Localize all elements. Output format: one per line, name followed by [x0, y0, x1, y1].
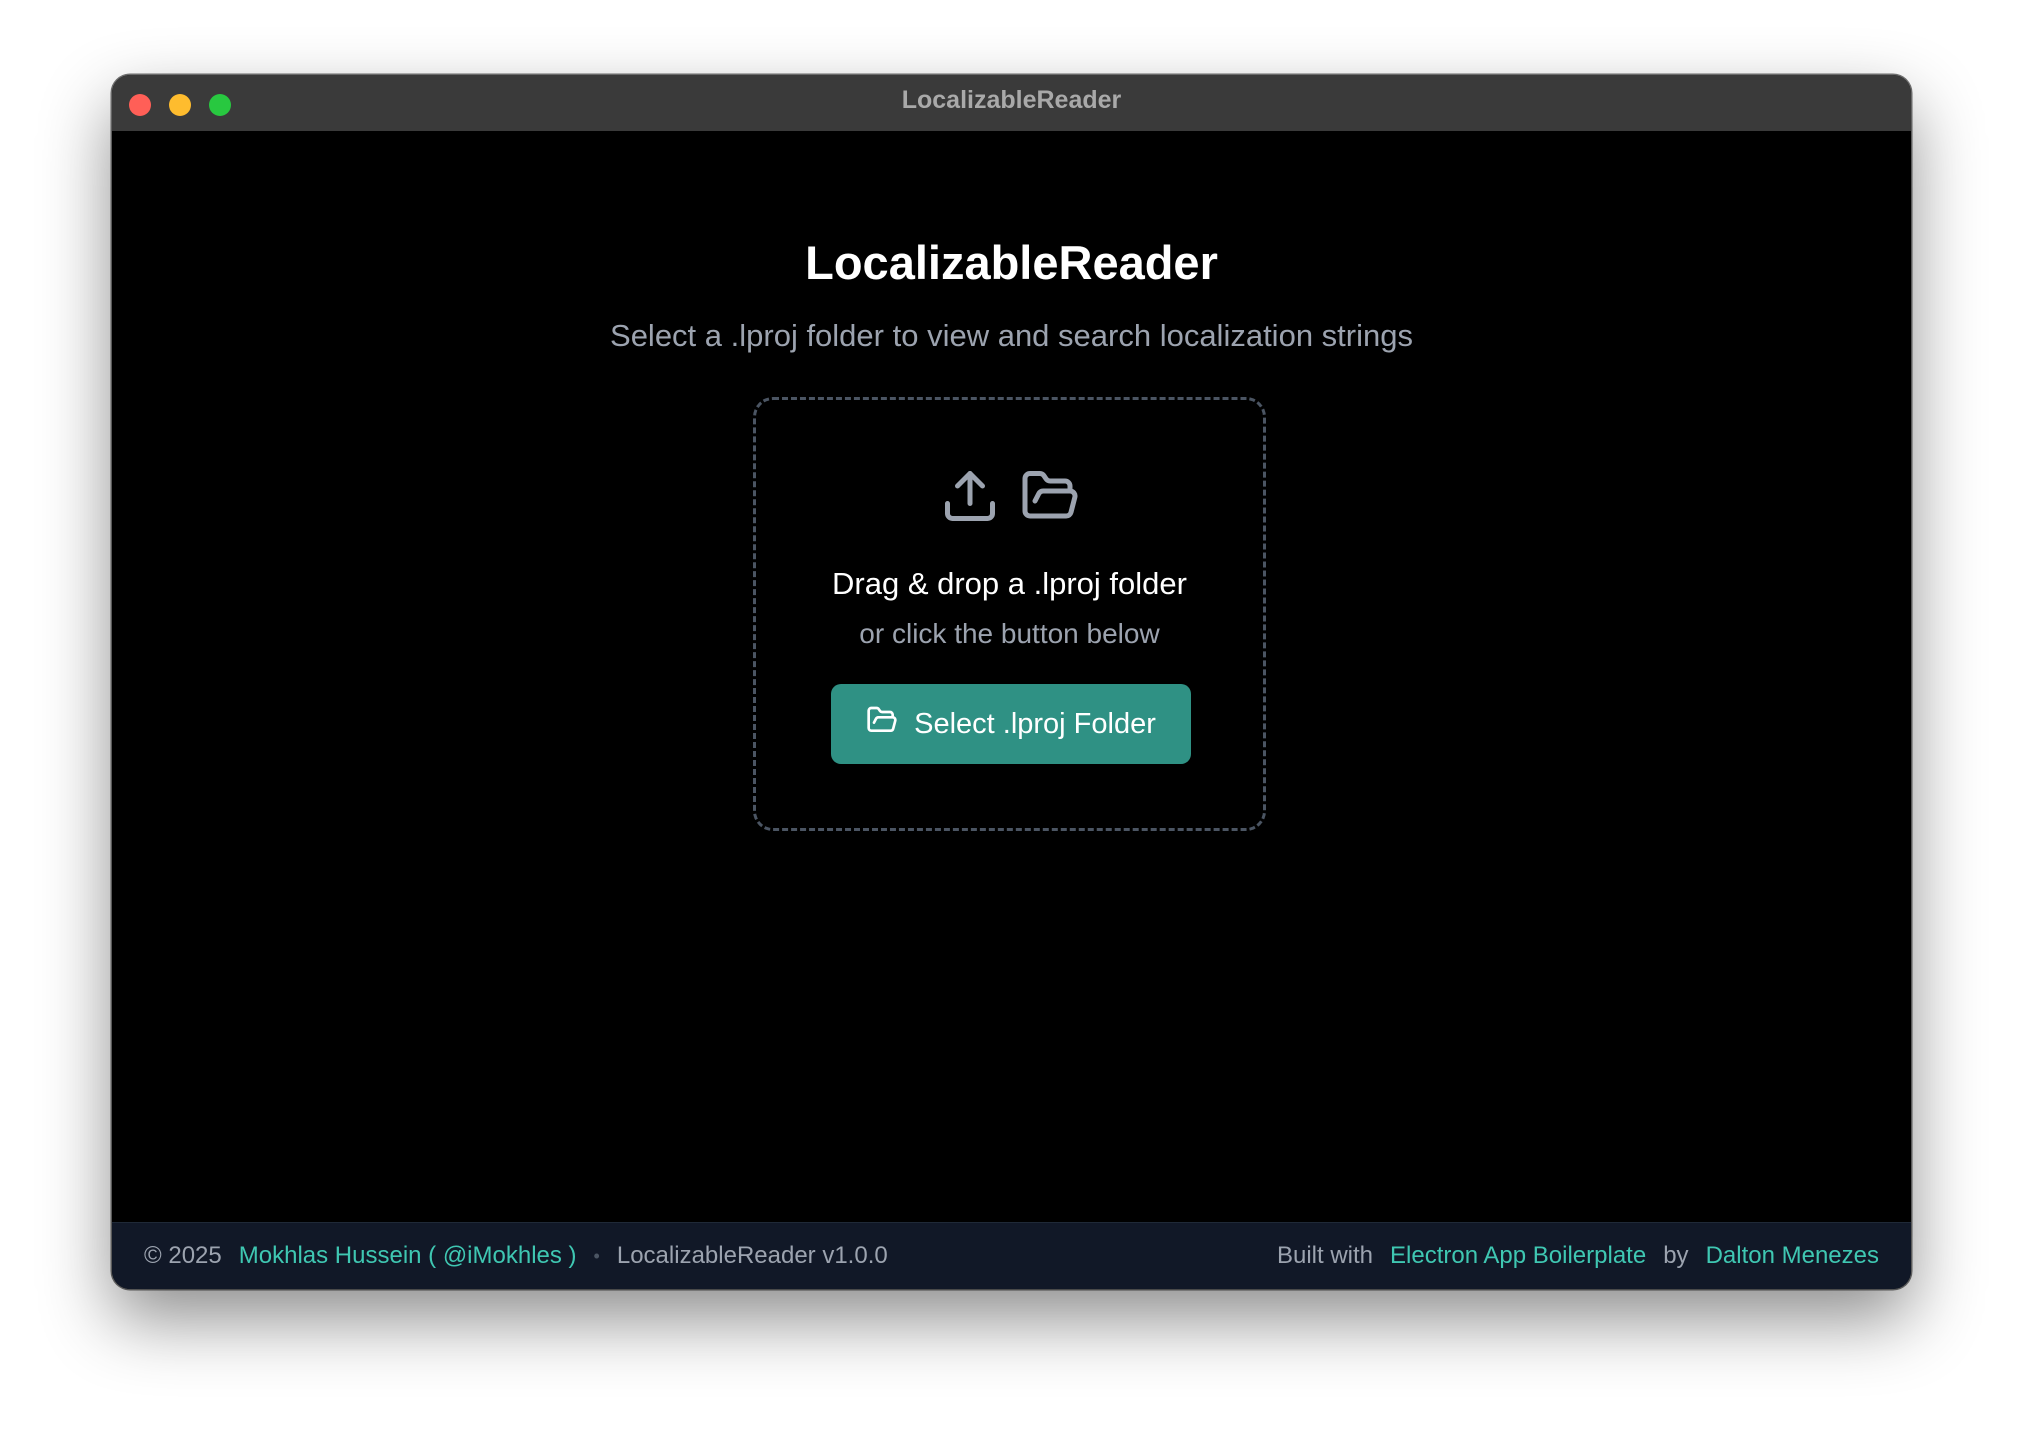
boilerplate-link[interactable]: Electron App Boilerplate	[1390, 1242, 1646, 1270]
footer-right: Built with Electron App Boilerplate by D…	[1277, 1223, 1879, 1289]
built-with-text: Built with	[1276, 1242, 1374, 1269]
select-lproj-folder-button[interactable]: Select .lproj Folder	[831, 684, 1191, 764]
by-text: by	[1663, 1242, 1689, 1269]
author-link[interactable]: Mokhlas Hussein ( @iMokhles )	[239, 1242, 577, 1270]
drop-zone[interactable]: Drag & drop a .lproj folder or click the…	[753, 397, 1266, 831]
page-subtitle: Select a .lproj folder to view and searc…	[610, 318, 1413, 353]
copyright-text: © 2025	[144, 1242, 222, 1269]
boilerplate-author-link[interactable]: Dalton Menezes	[1706, 1242, 1879, 1270]
footer: © 2025 Mokhlas Hussein ( @iMokhles ) • L…	[112, 1222, 1911, 1289]
window-title: LocalizableReader	[901, 86, 1122, 114]
drop-zone-icons	[756, 466, 1263, 526]
footer-left: © 2025 Mokhlas Hussein ( @iMokhles ) • L…	[144, 1223, 888, 1289]
drop-zone-title: Drag & drop a .lproj folder	[832, 566, 1187, 601]
folder-open-icon	[866, 704, 898, 744]
drop-zone-hint: or click the button below	[859, 618, 1160, 649]
app-window: LocalizableReader LocalizableReader Sele…	[112, 75, 1911, 1289]
page-title: LocalizableReader	[805, 236, 1218, 289]
version-text: LocalizableReader v1.0.0	[616, 1242, 888, 1269]
folder-open-icon	[1020, 466, 1080, 526]
upload-icon	[940, 466, 1000, 526]
title-bar[interactable]: LocalizableReader	[112, 75, 1911, 132]
separator-dot: •	[593, 1245, 600, 1266]
select-folder-button-label: Select .lproj Folder	[914, 707, 1156, 740]
main-content: LocalizableReader Select a .lproj folder…	[112, 131, 1911, 1223]
